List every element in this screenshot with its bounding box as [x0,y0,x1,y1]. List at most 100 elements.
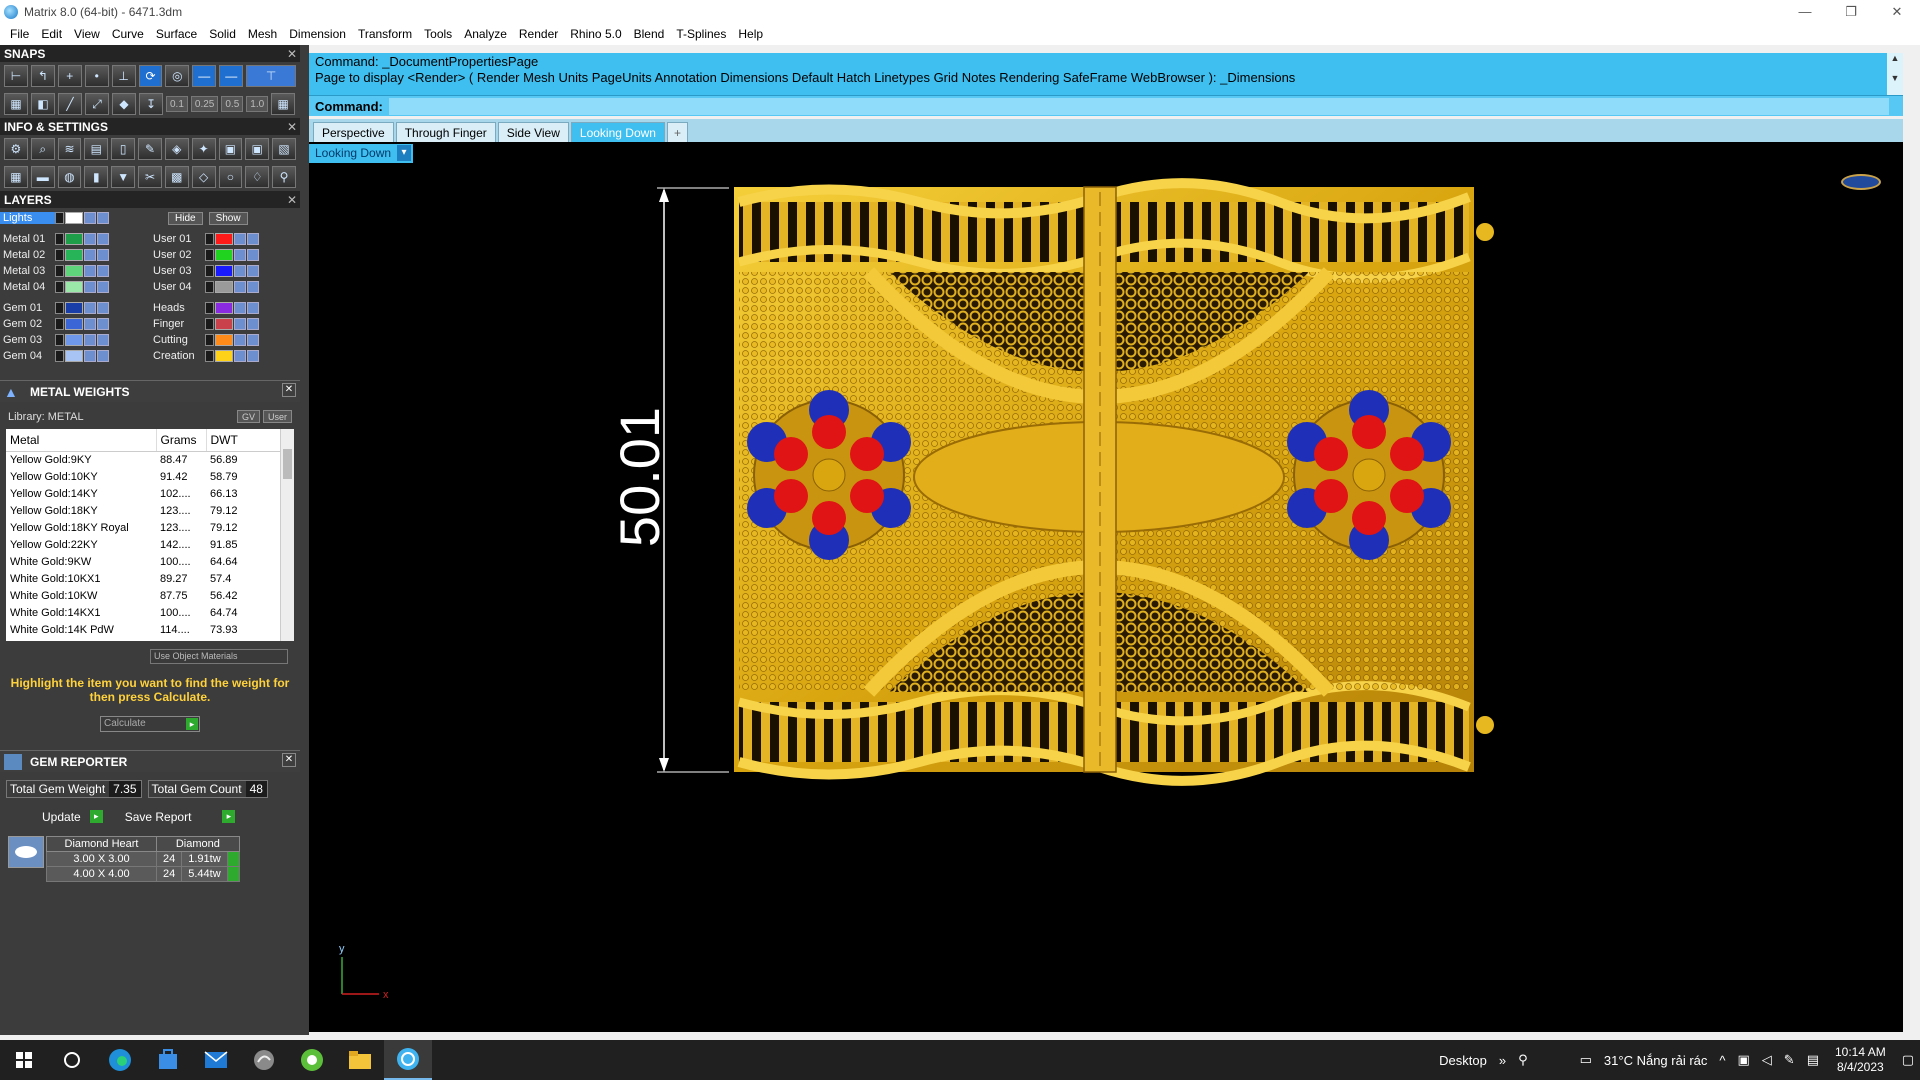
layer-control[interactable] [55,302,64,314]
layer-control[interactable] [55,265,64,277]
perp-snap-icon[interactable]: ⊥ [111,65,136,87]
layer-control[interactable] [205,350,214,362]
layer-name[interactable]: Finger [150,318,205,330]
visibility-icon[interactable] [97,265,109,277]
layer-color-swatch[interactable] [215,334,233,346]
lock-icon[interactable] [234,350,246,362]
mail-icon[interactable] [192,1040,240,1080]
visibility-icon[interactable] [247,281,259,293]
menu-blend[interactable]: Blend [628,27,671,41]
rhino-icon[interactable] [240,1040,288,1080]
grid-layout-icon[interactable]: ▦ [4,166,28,188]
keyboard-icon[interactable]: ▭ [1574,1052,1598,1068]
layer-color-swatch[interactable] [65,281,83,293]
filter-icon[interactable]: ▼ [111,166,136,188]
panel-splitter[interactable] [300,45,309,1035]
menu-file[interactable]: File [4,27,35,41]
layer-color-swatch[interactable] [65,233,83,245]
layer-name[interactable]: Gem 03 [0,334,55,346]
store-icon[interactable] [144,1040,192,1080]
line-icon[interactable]: ╱ [58,93,82,115]
restore-button[interactable]: ❐ [1828,0,1874,23]
tab-looking-down[interactable]: Looking Down [570,122,665,142]
close-icon[interactable]: ✕ [282,383,296,397]
lock-icon[interactable] [84,212,96,224]
visibility-icon[interactable] [247,334,259,346]
tab-through-finger[interactable]: Through Finger [395,122,496,142]
layer-color-swatch[interactable] [215,318,233,330]
table-row[interactable]: Yellow Gold:14KY 102.... 66.13 [6,485,282,502]
table-row[interactable]: White Gold:10KX1 89.27 57.4 [6,570,282,587]
measure-icon[interactable]: ⤢ [85,93,109,115]
menu-transform[interactable]: Transform [352,27,418,41]
prong-icon[interactable]: ⚲ [272,166,296,188]
tan-snap-icon[interactable]: ⟳ [138,65,163,87]
layer-name[interactable]: Gem 02 [0,318,55,330]
hide-button[interactable]: Hide [168,211,203,225]
lock-icon[interactable] [84,233,96,245]
render-icon[interactable]: ✦ [191,138,216,160]
command-input[interactable] [388,97,1889,115]
tools-icon[interactable]: ✂ [138,166,162,188]
layer-name[interactable]: Heads [150,302,205,314]
layer-control[interactable] [55,233,64,245]
layer-name[interactable]: User 01 [150,233,205,245]
visibility-icon[interactable] [97,281,109,293]
metal-table-scrollbar[interactable] [280,429,294,641]
table-row[interactable]: Yellow Gold:22KY 142.... 91.85 [6,536,282,553]
layer-control[interactable] [55,281,64,293]
layer-name[interactable]: User 04 [150,281,205,293]
menu-analyze[interactable]: Analyze [458,27,513,41]
notification-icon[interactable]: ▢ [1896,1052,1920,1068]
settings-icon[interactable]: ⚙ [4,138,28,160]
mid-snap-icon[interactable]: • [84,65,109,87]
select-gems-button[interactable] [226,866,240,882]
visibility-icon[interactable] [247,233,259,245]
layer-name[interactable]: Gem 04 [0,350,55,362]
lock-icon[interactable] [234,233,246,245]
menu-view[interactable]: View [68,27,106,41]
visibility-icon[interactable] [97,233,109,245]
edge-browser-icon[interactable] [96,1040,144,1080]
layer-name[interactable]: Metal 02 [0,249,55,261]
menu-tsplines[interactable]: T-Splines [670,27,732,41]
select-gems-button[interactable] [226,851,240,867]
panel-icon[interactable]: ▣ [245,138,270,160]
visibility-icon[interactable] [97,212,109,224]
show-button[interactable]: Show [208,211,248,225]
layer-name[interactable]: Creation [150,350,205,362]
lock-icon[interactable] [234,334,246,346]
planar-icon[interactable]: ◧ [31,93,55,115]
command-history-scrollbar[interactable]: ▲ ▼ [1887,53,1903,95]
chevron-icon[interactable]: » [1493,1053,1512,1068]
lock-icon[interactable] [84,281,96,293]
lock-icon[interactable] [234,281,246,293]
display-icon[interactable]: ▬ [30,166,55,188]
layer-color-swatch[interactable] [215,265,233,277]
layer-control[interactable] [205,265,214,277]
menu-mesh[interactable]: Mesh [242,27,283,41]
close-icon[interactable]: ✕ [284,193,300,207]
table-row[interactable]: Yellow Gold:10KY 91.42 58.79 [6,468,282,485]
layer-control[interactable] [205,249,214,261]
layer-color-swatch[interactable] [215,249,233,261]
lock-icon[interactable] [84,265,96,277]
lock-icon[interactable] [234,265,246,277]
viewport[interactable]: Looking Down 50.01 [309,142,1903,1032]
menu-curve[interactable]: Curve [106,27,150,41]
snap-value-3[interactable]: 0.5 [221,96,244,112]
menu-help[interactable]: Help [732,27,769,41]
menu-tools[interactable]: Tools [418,27,458,41]
end-snap-icon[interactable]: ⊢ [4,65,28,87]
box-icon[interactable]: ▮ [84,166,109,188]
layers-icon[interactable]: ≋ [57,138,82,160]
close-icon[interactable]: ✕ [284,47,300,61]
layer-control[interactable] [55,350,64,362]
close-icon[interactable]: ✕ [282,753,296,767]
visibility-icon[interactable] [97,334,109,346]
visibility-icon[interactable] [247,265,259,277]
lock-icon[interactable] [234,249,246,261]
ring-icon[interactable]: ○ [218,166,243,188]
layer-name[interactable]: Metal 04 [0,281,55,293]
tray-chevron-icon[interactable]: ^ [1713,1053,1731,1068]
